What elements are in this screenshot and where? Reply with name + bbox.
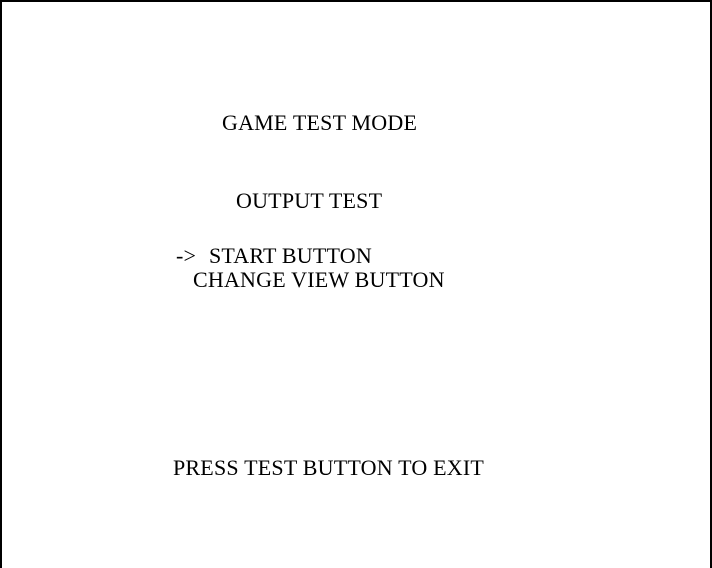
menu-item-change-view-button[interactable]: CHANGE VIEW BUTTON (193, 269, 445, 291)
test-mode-screen: GAME TEST MODE OUTPUT TEST -> START BUTT… (0, 0, 712, 568)
screen-subtitle: OUTPUT TEST (236, 188, 383, 213)
menu-item-start-button[interactable]: START BUTTON (209, 245, 372, 267)
menu-cursor: -> (176, 243, 197, 268)
screen-title: GAME TEST MODE (222, 110, 418, 135)
exit-instruction: PRESS TEST BUTTON TO EXIT (173, 455, 485, 480)
